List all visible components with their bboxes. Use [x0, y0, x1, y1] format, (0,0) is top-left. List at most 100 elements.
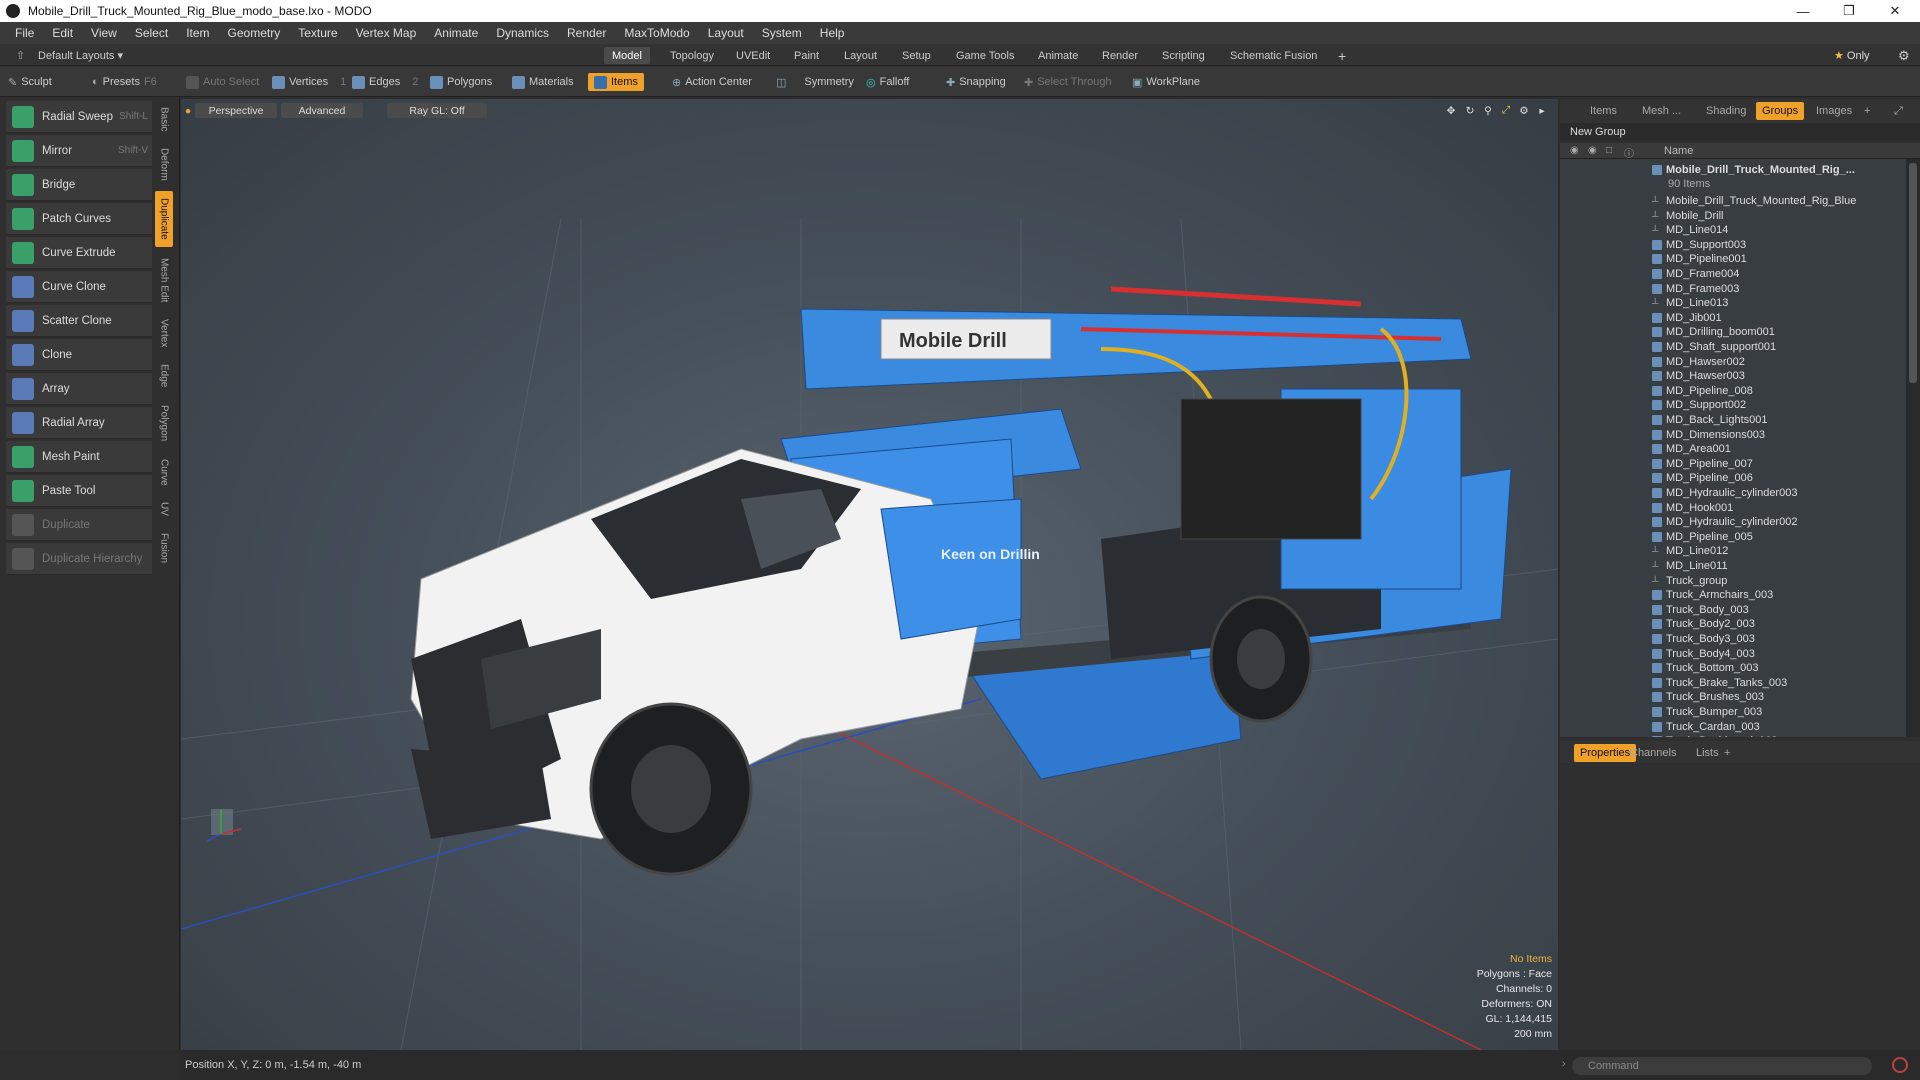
symmetry-button[interactable]: ◫ Symmetry — [776, 73, 854, 91]
workplane-button[interactable]: ▣ WorkPlane — [1132, 73, 1200, 91]
side-tab-duplicate[interactable]: Duplicate — [155, 191, 173, 247]
radial-sweep-tool[interactable]: Radial Sweep Shift-L — [6, 101, 152, 133]
side-tab-vertex[interactable]: Vertex — [155, 313, 173, 353]
array-tool[interactable]: Array — [6, 373, 152, 405]
tab-properties[interactable]: Properties — [1574, 744, 1637, 762]
menu-dynamics[interactable]: Dynamics — [487, 26, 558, 40]
curve-clone-tool[interactable]: Curve Clone — [6, 271, 152, 303]
tab-schematic-fusion[interactable]: Schematic Fusion — [1222, 47, 1325, 64]
tab-setup[interactable]: Setup — [894, 47, 939, 64]
panel-expand-icon[interactable]: ⤢ — [1894, 102, 1903, 120]
add-properties-tab-icon[interactable]: + — [1724, 744, 1730, 762]
polygons-mode-button[interactable]: Polygons — [430, 73, 492, 91]
settings-gear-icon[interactable]: ⚙ — [1890, 47, 1918, 64]
restore-icon[interactable]: ❐ — [1826, 0, 1872, 22]
tab-render[interactable]: Render — [1094, 47, 1146, 64]
render-toggle-icon[interactable]: ◉ — [1588, 145, 1597, 156]
snapping-button[interactable]: ✚ Snapping — [946, 73, 1006, 91]
menu-item[interactable]: Item — [177, 26, 218, 40]
tab-paint[interactable]: Paint — [786, 47, 827, 64]
vertices-mode-button[interactable]: Vertices 1 — [272, 73, 346, 91]
scrollbar-thumb[interactable] — [1909, 163, 1917, 383]
bridge-tool[interactable]: Bridge — [6, 169, 152, 201]
side-tab-basic[interactable]: Basic — [155, 101, 173, 137]
menu-texture[interactable]: Texture — [289, 26, 346, 40]
duplicate-tool[interactable]: Duplicate — [6, 509, 152, 541]
close-icon[interactable]: ✕ — [1872, 0, 1918, 22]
add-tab-icon[interactable]: + — [1330, 47, 1354, 64]
menu-vertex-map[interactable]: Vertex Map — [347, 26, 426, 40]
tab-uvedit[interactable]: UVEdit — [728, 47, 778, 64]
tab-layout[interactable]: Layout — [836, 47, 885, 64]
edges-mode-button[interactable]: Edges 2 — [352, 73, 418, 91]
command-input[interactable]: Command — [1572, 1057, 1872, 1075]
materials-mode-button[interactable]: Materials — [512, 73, 574, 91]
mesh-icon — [1652, 648, 1662, 659]
group-item-row[interactable]: Truck_Dashboard_003 — [1652, 732, 1902, 737]
side-tab-mesh-edit[interactable]: Mesh Edit — [155, 253, 173, 307]
paste-tool[interactable]: Paste Tool — [6, 475, 152, 507]
menu-system[interactable]: System — [753, 26, 811, 40]
visibility-eye-icon[interactable]: ◉ — [1570, 145, 1579, 156]
menu-view[interactable]: View — [82, 26, 126, 40]
select-toggle-icon[interactable]: ⓘ — [1624, 145, 1634, 160]
auto-select-button[interactable]: Auto Select — [186, 73, 259, 91]
only-toggle[interactable]: ★ Only — [1826, 47, 1878, 64]
3d-viewport[interactable]: ● Perspective Advanced Ray GL: Off ✥ ↻ ⚲… — [181, 99, 1558, 1050]
items-mode-button[interactable]: Items — [588, 73, 644, 91]
duplicate-hierarchy-tool[interactable]: Duplicate Hierarchy — [6, 543, 152, 575]
layout-preset-dropdown[interactable]: Default Layouts ▾ — [30, 47, 131, 64]
group-item-label: MD_Dimensions003 — [1666, 428, 1766, 441]
only-label: Only — [1846, 49, 1870, 62]
menu-file[interactable]: File — [6, 26, 43, 40]
presets-button[interactable]: ◐ Presets F6 — [92, 73, 157, 91]
menu-help[interactable]: Help — [811, 26, 854, 40]
tool-label: Mesh Paint — [42, 450, 100, 463]
select-through-button[interactable]: ✚ Select Through — [1024, 73, 1112, 91]
tool-panel: Radial Sweep Shift-L Mirror Shift-V Bridge… — [0, 97, 180, 1050]
command-stop-icon[interactable] — [1892, 1057, 1908, 1073]
patch-curves-tool[interactable]: Patch Curves — [6, 203, 152, 235]
menu-layout[interactable]: Layout — [699, 26, 753, 40]
mesh-paint-tool[interactable]: Mesh Paint — [6, 441, 152, 473]
tab-model[interactable]: Model — [604, 47, 650, 64]
side-tab-deform[interactable]: Deform — [155, 143, 173, 185]
tab-topology[interactable]: Topology — [662, 47, 722, 64]
menu-maxtomodo[interactable]: MaxToModo — [615, 26, 698, 40]
menu-animate[interactable]: Animate — [425, 26, 487, 40]
sculpt-button[interactable]: ✎ Sculpt — [8, 73, 52, 91]
groups-scrollbar[interactable] — [1906, 159, 1920, 737]
side-tab-polygon[interactable]: Polygon — [155, 399, 173, 447]
tab-items[interactable]: Items — [1590, 102, 1617, 120]
mesh-icon — [1652, 239, 1662, 250]
tab-lists[interactable]: Lists — [1696, 744, 1719, 762]
tab-shading[interactable]: Shading — [1706, 102, 1746, 120]
tab-scripting[interactable]: Scripting — [1154, 47, 1213, 64]
menu-select[interactable]: Select — [126, 26, 177, 40]
new-group-button[interactable]: New Group — [1560, 123, 1920, 141]
tab-groups[interactable]: Groups — [1756, 102, 1805, 120]
falloff-button[interactable]: ◎ Falloff — [866, 73, 909, 91]
curve-extrude-tool[interactable]: Curve Extrude — [6, 237, 152, 269]
menu-geometry[interactable]: Geometry — [219, 26, 290, 40]
lock-icon[interactable]: □ — [1606, 145, 1612, 156]
tab-images[interactable]: Images — [1816, 102, 1852, 120]
tab-mesh[interactable]: Mesh ... — [1642, 102, 1681, 120]
tab-animate[interactable]: Animate — [1030, 47, 1086, 64]
scatter-clone-tool[interactable]: Scatter Clone — [6, 305, 152, 337]
action-center-button[interactable]: ⊕ Action Center — [672, 73, 752, 91]
tab-channels[interactable]: Channels — [1630, 744, 1676, 762]
side-tab-fusion[interactable]: Fusion — [155, 527, 173, 569]
add-panel-tab-icon[interactable]: + — [1864, 102, 1870, 120]
minimize-icon[interactable]: — — [1780, 0, 1826, 22]
radial-array-tool[interactable]: Radial Array — [6, 407, 152, 439]
curve-clone-icon — [12, 275, 34, 298]
menu-render[interactable]: Render — [558, 26, 615, 40]
side-tab-uv[interactable]: UV — [155, 497, 173, 521]
clone-tool[interactable]: Clone — [6, 339, 152, 371]
menu-edit[interactable]: Edit — [43, 26, 82, 40]
side-tab-curve[interactable]: Curve — [155, 453, 173, 491]
side-tab-edge[interactable]: Edge — [155, 359, 173, 393]
mirror-tool[interactable]: Mirror Shift-V — [6, 135, 152, 167]
tab-game-tools[interactable]: Game Tools — [948, 47, 1023, 64]
